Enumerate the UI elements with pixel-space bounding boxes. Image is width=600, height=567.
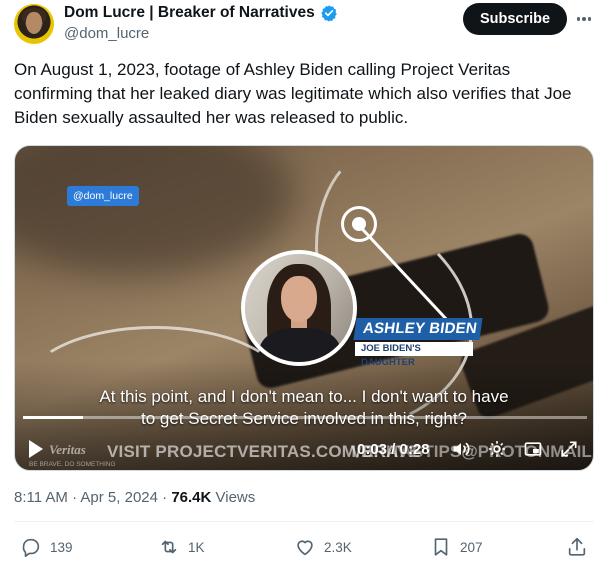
bookmark-button[interactable]: 207 [430,536,483,558]
repost-count: 1K [188,539,205,555]
share-icon [568,537,586,556]
portrait-body [259,328,341,362]
heart-icon [297,540,313,556]
video-progress-bar[interactable] [23,416,587,419]
more-dot [582,17,586,21]
subscribe-button[interactable]: Subscribe [463,3,567,35]
avatar-face [26,12,42,34]
tweet-actions: 139 1K 2.3K 207 [14,536,594,560]
video-watermark: @dom_lucre [67,186,139,206]
repost-icon [161,540,177,554]
speaker-name-tag: ASHLEY BIDEN JOE BIDEN'S DAUGHTER [353,318,483,368]
brand-tagline: BE BRAVE. DO SOMETHING [29,461,116,468]
avatar[interactable] [14,4,54,44]
like-button[interactable]: 2.3K [294,536,352,558]
volume-icon[interactable] [451,439,471,459]
portrait-face [281,276,317,322]
settings-icon[interactable] [487,439,507,459]
speaker-name: ASHLEY BIDEN [353,318,483,340]
author-handle[interactable]: @dom_lucre [64,25,149,42]
bookmark-icon [434,538,448,556]
more-dot [587,17,592,21]
verified-badge-icon [320,5,337,22]
video-progress-fill [23,416,84,419]
repost-button[interactable]: 1K [158,536,205,558]
more-dot [576,17,581,21]
play-icon[interactable] [29,440,43,458]
speaker-title: JOE BIDEN'S DAUGHTER [355,342,473,368]
video-timecode: 0:03 / 0:28 [357,441,430,458]
like-count: 2.3K [324,539,352,555]
tweet-text: On August 1, 2023, footage of Ashley Bid… [14,60,572,127]
fullscreen-icon[interactable] [559,439,579,459]
views-label: Views [211,489,256,506]
video-player[interactable]: @dom_lucre ASHLEY BIDEN JOE BIDEN'S DAUG… [14,145,594,471]
author-display-name[interactable]: Dom Lucre | Breaker of Narratives [64,4,315,22]
more-options-icon[interactable] [574,10,594,28]
pip-icon[interactable] [523,439,543,459]
reply-button[interactable]: 139 [20,536,73,558]
video-caption: At this point, and I don't mean to... I … [15,386,593,430]
reply-count: 139 [50,539,73,555]
tweet-meta: 8:11 AM · Apr 5, 2024 · 76.4K Views [14,489,255,506]
caption-line: At this point, and I don't mean to... I … [99,387,509,406]
divider [14,521,594,522]
tweet-timestamp[interactable]: 8:11 AM · Apr 5, 2024 · [14,489,171,506]
speaker-portrait [241,250,357,366]
share-button[interactable] [566,536,588,558]
views-count: 76.4K [171,489,212,506]
brand-logo: Veritas [49,442,86,457]
reply-icon [22,538,40,557]
bookmark-count: 207 [460,539,483,555]
author-name-row: Dom Lucre | Breaker of Narratives [64,4,338,22]
